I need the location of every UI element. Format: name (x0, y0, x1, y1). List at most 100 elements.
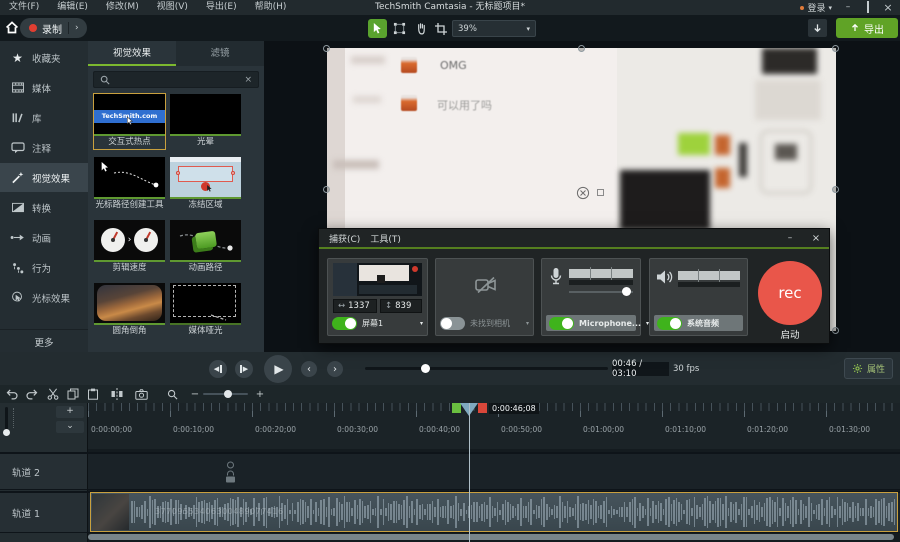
transform-tool-button[interactable] (390, 19, 409, 38)
login-button[interactable]: 登录 (807, 1, 825, 14)
track-2-toggles[interactable] (226, 461, 235, 482)
edit-tool-button[interactable] (368, 19, 387, 38)
step-back-button[interactable]: ◀ (209, 360, 227, 378)
screen-width-field[interactable]: ↔ 1337 (333, 299, 377, 313)
rec-start-button[interactable]: rec (758, 261, 822, 325)
record-more-chevron[interactable]: › (75, 23, 79, 33)
properties-button[interactable]: 属性 (844, 358, 893, 379)
menu-modify[interactable]: 修改(M) (97, 0, 148, 15)
effect-glow[interactable]: 光晕 (170, 94, 241, 149)
sidebar-item-cursor-effects[interactable]: 光标效果 (0, 283, 88, 312)
camera-toggle[interactable] (440, 317, 465, 330)
selection-handle[interactable] (323, 186, 330, 193)
zoom-out-button[interactable]: − (188, 388, 202, 400)
track-row-2[interactable]: 轨道 2 (0, 452, 900, 490)
menu-help[interactable]: 帮助(H) (246, 0, 296, 15)
restore-button[interactable] (858, 0, 878, 15)
timeline-horizontal-scrollbar[interactable] (88, 534, 894, 540)
effect-clip-speed[interactable]: › 剪辑速度 (94, 220, 165, 275)
system-audio-row[interactable]: 系统音频 (654, 315, 743, 331)
split-button[interactable] (110, 388, 124, 400)
menu-edit[interactable]: 编辑(E) (48, 0, 97, 15)
sidebar-item-favorites[interactable]: ★ 收藏夹 (0, 43, 88, 72)
crop-tool-button[interactable] (431, 19, 450, 38)
selection-handle[interactable] (832, 186, 839, 193)
scrubber-knob[interactable] (421, 364, 430, 373)
sidebar-item-library[interactable]: 库 (0, 103, 88, 132)
sidebar-label: 收藏夹 (32, 51, 61, 65)
playback-scrubber[interactable] (365, 367, 608, 370)
menu-file[interactable]: 文件(F) (0, 0, 48, 15)
selection-handle[interactable] (578, 45, 585, 52)
selection-handle[interactable] (832, 45, 839, 52)
track-height-knob[interactable] (3, 429, 10, 436)
lock-icon[interactable] (226, 476, 235, 482)
cut-button[interactable] (46, 388, 60, 400)
track-1-header[interactable]: 轨道 1 (0, 493, 88, 532)
canvas-zoom-select[interactable]: 39% ▾ (452, 20, 536, 37)
recorder-menu-capture[interactable]: 捕获(C) (319, 232, 370, 245)
selection-handle[interactable] (323, 45, 330, 52)
sidebar-item-transitions[interactable]: 转换 (0, 193, 88, 222)
recorder-menu-tools[interactable]: 工具(T) (370, 232, 401, 245)
recorder-minimize-button[interactable]: – (777, 233, 803, 243)
menu-export[interactable]: 导出(E) (197, 0, 246, 15)
mic-toggle[interactable] (549, 317, 574, 330)
track-visibility-icon[interactable] (227, 461, 234, 468)
close-button[interactable]: × (878, 0, 898, 15)
effect-animation-path[interactable]: 动画路径 (170, 220, 241, 275)
add-track-button[interactable]: + (56, 406, 84, 418)
play-button[interactable]: ▶ (264, 355, 292, 383)
sidebar-more-button[interactable]: 更多 (0, 329, 88, 349)
recorder-close-button[interactable]: × (803, 233, 829, 244)
undo-button[interactable] (5, 388, 19, 400)
playhead-out-handle[interactable] (478, 403, 487, 413)
sidebar-item-visual-effects[interactable]: 视觉效果 (0, 163, 88, 192)
timeline-zoom-knob[interactable] (224, 390, 232, 398)
screen-toggle[interactable] (332, 317, 357, 330)
search-clear-icon[interactable]: × (244, 75, 252, 85)
collapse-tracks-button[interactable]: ⌄ (56, 421, 84, 433)
effects-search-input[interactable]: × (93, 71, 259, 88)
redo-button[interactable] (25, 388, 39, 400)
sidebar-item-annotations[interactable]: 注释 (0, 133, 88, 162)
zoom-in-button[interactable]: + (253, 388, 267, 400)
record-button[interactable]: 录制 › (20, 18, 87, 38)
sidebar-item-behaviors[interactable]: 行为 (0, 253, 88, 282)
step-forward-button[interactable]: ▶ (235, 360, 253, 378)
media-clip[interactable]: 37709553406300489077416 (90, 492, 898, 532)
effect-interactive-hotspot[interactable]: TechSmith.com 交互式热点 (94, 94, 165, 149)
sidebar-item-media[interactable]: 媒体 (0, 73, 88, 102)
tab-filters[interactable]: 滤镜 (176, 41, 264, 66)
effect-rounded-corners[interactable]: 圆角倒角 (94, 283, 165, 338)
minimize-button[interactable]: – (838, 0, 858, 15)
mic-slider-knob[interactable] (622, 287, 631, 296)
export-button[interactable]: 导出 (836, 18, 898, 38)
mic-source-row[interactable]: Microphone... ▾ (546, 315, 636, 331)
track-2-header[interactable]: 轨道 2 (0, 454, 88, 489)
menu-view[interactable]: 视图(V) (148, 0, 197, 15)
copy-button[interactable] (66, 388, 80, 400)
next-clip-button[interactable]: › (327, 361, 343, 377)
pan-tool-button[interactable] (411, 19, 430, 38)
effect-freeze-region[interactable]: 冻结区域 (170, 157, 241, 212)
screen-height-field[interactable]: ↕ 839 (380, 299, 422, 313)
camera-source-row[interactable]: 未找到相机 ▾ (440, 315, 529, 331)
selection-handle[interactable] (832, 327, 839, 334)
login-caret-icon[interactable]: ▾ (828, 4, 832, 12)
sidebar-item-animations[interactable]: 动画 (0, 223, 88, 252)
screenshot-button[interactable] (134, 388, 148, 400)
effect-cursor-path-creator[interactable]: 光标路径创建工具 (94, 157, 165, 212)
paste-button[interactable] (86, 388, 100, 400)
screen-source-row[interactable]: 屏幕1 ▾ (332, 315, 423, 331)
tab-visual-effects[interactable]: 视觉效果 (88, 41, 176, 66)
home-button[interactable] (5, 21, 19, 34)
playhead-line[interactable] (469, 403, 470, 542)
effect-media-matte[interactable]: 媒体哑光 (170, 283, 241, 338)
previous-clip-button[interactable]: ‹ (301, 361, 317, 377)
system-audio-toggle[interactable] (657, 317, 682, 330)
video-thumbnail (620, 170, 710, 230)
anchor-center-icon[interactable] (576, 186, 590, 200)
anchor-offset-handle[interactable] (597, 189, 604, 196)
download-button[interactable] (808, 19, 827, 37)
